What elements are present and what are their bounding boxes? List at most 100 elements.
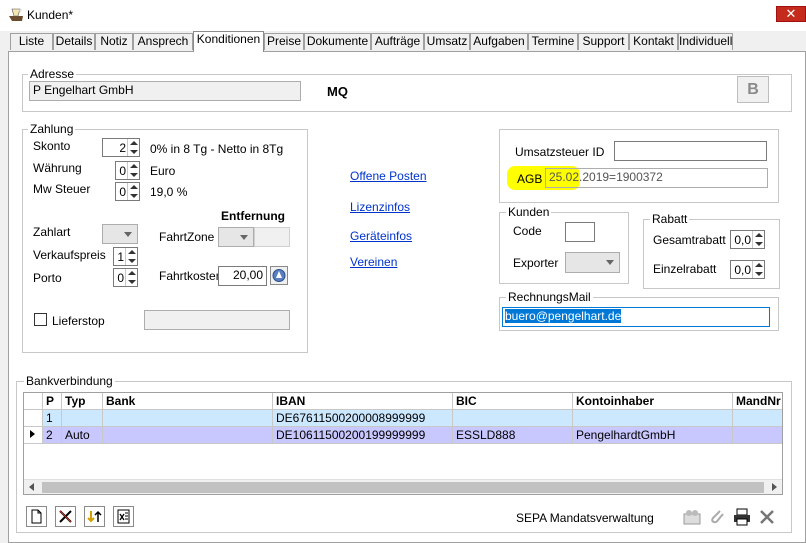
delete-row-button[interactable] [55, 506, 76, 527]
table-cell[interactable] [453, 410, 573, 427]
link-lizenzinfos[interactable]: Lizenzinfos [350, 200, 410, 214]
tab-ansprech[interactable]: Ansprech [133, 33, 193, 50]
tab-dokumente[interactable]: Dokumente [304, 33, 371, 50]
exporter-select[interactable] [565, 252, 620, 273]
column-header-kontoinhaber[interactable]: Kontoinhaber [573, 393, 733, 410]
column-header-iban[interactable]: IBAN [273, 393, 453, 410]
tab-support[interactable]: Support [578, 33, 629, 50]
remove-button[interactable] [756, 506, 778, 528]
waehrung-label: Währung [33, 161, 82, 175]
tab-details[interactable]: Details [53, 33, 95, 50]
tab-termine[interactable]: Termine [528, 33, 578, 50]
close-button[interactable]: ✕ [776, 6, 806, 22]
entfernung-label: Entfernung [221, 209, 285, 223]
customer-code: MQ [327, 84, 348, 99]
tab-umsatz[interactable]: Umsatz [424, 33, 470, 50]
table-cell[interactable]: Auto [62, 427, 103, 444]
sepa-label: SEPA Mandatsverwaltung [516, 511, 654, 525]
tab-auftraege[interactable]: Aufträge [371, 33, 424, 50]
zahlart-label: Zahlart [33, 225, 71, 239]
fahrtzone-select[interactable] [218, 227, 254, 247]
scroll-left-icon[interactable] [29, 483, 34, 491]
calculate-distance-button[interactable] [270, 266, 288, 285]
attachment-button[interactable] [706, 506, 728, 528]
chevron-down-icon [240, 235, 248, 240]
new-row-button[interactable] [26, 506, 47, 527]
porto-stepper[interactable]: 0 [113, 268, 138, 287]
fahrtzone-field [254, 227, 290, 247]
link-vereinen[interactable]: Vereinen [350, 255, 397, 269]
table-cell[interactable] [733, 410, 782, 427]
table-cell[interactable] [573, 410, 733, 427]
b-button[interactable]: B [737, 76, 769, 103]
table-cell[interactable]: DE67611500200008999999 [273, 410, 453, 427]
print-button[interactable] [731, 506, 753, 528]
table-cell[interactable] [103, 427, 273, 444]
sepa-mandate-button[interactable] [681, 506, 703, 528]
tab-preise[interactable]: Preise [264, 33, 304, 50]
spreadsheet-icon [117, 509, 130, 524]
einzelrabatt-label: Einzelrabatt [653, 262, 717, 276]
row-indicator[interactable] [24, 410, 43, 427]
link-offene-posten[interactable]: Offene Posten [350, 169, 427, 183]
table-cell[interactable] [733, 427, 782, 444]
gesamtrabatt-stepper[interactable]: 0,0 [730, 230, 765, 249]
ust-label: Umsatzsteuer ID [515, 145, 605, 159]
tab-notiz[interactable]: Notiz [95, 33, 133, 50]
skonto-stepper[interactable]: 2 [102, 138, 140, 157]
waehrung-stepper[interactable]: 0 [115, 161, 140, 180]
chevron-down-icon [124, 232, 132, 237]
kunden-legend: Kunden [506, 205, 552, 219]
table-cell[interactable]: ESSLD888 [453, 427, 573, 444]
paperclip-icon [711, 510, 724, 524]
title-bar [0, 0, 806, 31]
swap-icon [87, 510, 102, 523]
ust-field[interactable] [614, 141, 767, 161]
table-cell[interactable]: 1 [43, 410, 62, 427]
export-button[interactable] [113, 506, 134, 527]
lieferstop-checkbox[interactable] [34, 313, 47, 326]
table-cell[interactable] [103, 410, 273, 427]
fahrtkosten-field[interactable]: 20,00 [218, 266, 267, 286]
column-header-mandnr[interactable]: MandNr [733, 393, 782, 410]
tab-kontakt[interactable]: Kontakt [629, 33, 678, 50]
kunden-code-label: Code [513, 224, 542, 238]
rabatt-legend: Rabatt [650, 212, 690, 226]
column-header-p[interactable]: P [43, 393, 62, 410]
kunden-code-field[interactable] [565, 222, 595, 242]
verkaufspreis-label: Verkaufspreis [33, 248, 106, 262]
einzelrabatt-stepper[interactable]: 0,0 [730, 260, 765, 279]
mwst-text: 19,0 % [150, 185, 188, 199]
row-pointer-icon [30, 430, 35, 438]
current-row-indicator[interactable] [24, 427, 43, 444]
swap-button[interactable] [84, 506, 105, 527]
printer-icon [734, 508, 750, 526]
kunden-group [499, 212, 629, 284]
tab-individuell[interactable]: Individuell [678, 33, 733, 50]
table-cell[interactable] [62, 410, 103, 427]
tab-konditionen[interactable]: Konditionen [193, 31, 264, 52]
zahlart-select[interactable] [102, 224, 138, 244]
link-geraeteinfos[interactable]: Geräteinfos [350, 229, 412, 243]
column-header-bank[interactable]: Bank [103, 393, 273, 410]
column-header-bic[interactable]: BIC [453, 393, 573, 410]
waehrung-text: Euro [150, 164, 176, 178]
group-icon [683, 510, 701, 525]
mwst-stepper[interactable]: 0 [115, 182, 140, 201]
table-cell[interactable]: 2 [43, 427, 62, 444]
rechnungsmail-selected-text: buero@pengelhart.de [505, 309, 622, 323]
scrollbar-thumb[interactable] [42, 482, 764, 493]
horizontal-scrollbar[interactable] [24, 479, 782, 494]
column-header-typ[interactable]: Typ [62, 393, 103, 410]
scroll-right-icon[interactable] [772, 483, 777, 491]
tab-liste[interactable]: Liste [10, 33, 53, 50]
tab-aufgaben[interactable]: Aufgaben [470, 33, 528, 50]
table-cell[interactable]: DE10611500200199999999 [273, 427, 453, 444]
rechnungsmail-field[interactable]: buero@pengelhart.de [502, 307, 770, 327]
bank-grid[interactable]: P Typ Bank IBAN BIC Kontoinhaber MandNr … [23, 392, 783, 495]
verkaufspreis-stepper[interactable]: 1 [113, 247, 138, 266]
table-cell[interactable]: PengelhardtGmbH [573, 427, 733, 444]
window-title: Kunden* [27, 8, 74, 22]
agb-field[interactable]: 25.02.2019=1900372 [545, 168, 768, 188]
adresse-name-field[interactable]: P Engelhart GmbH [29, 81, 301, 101]
